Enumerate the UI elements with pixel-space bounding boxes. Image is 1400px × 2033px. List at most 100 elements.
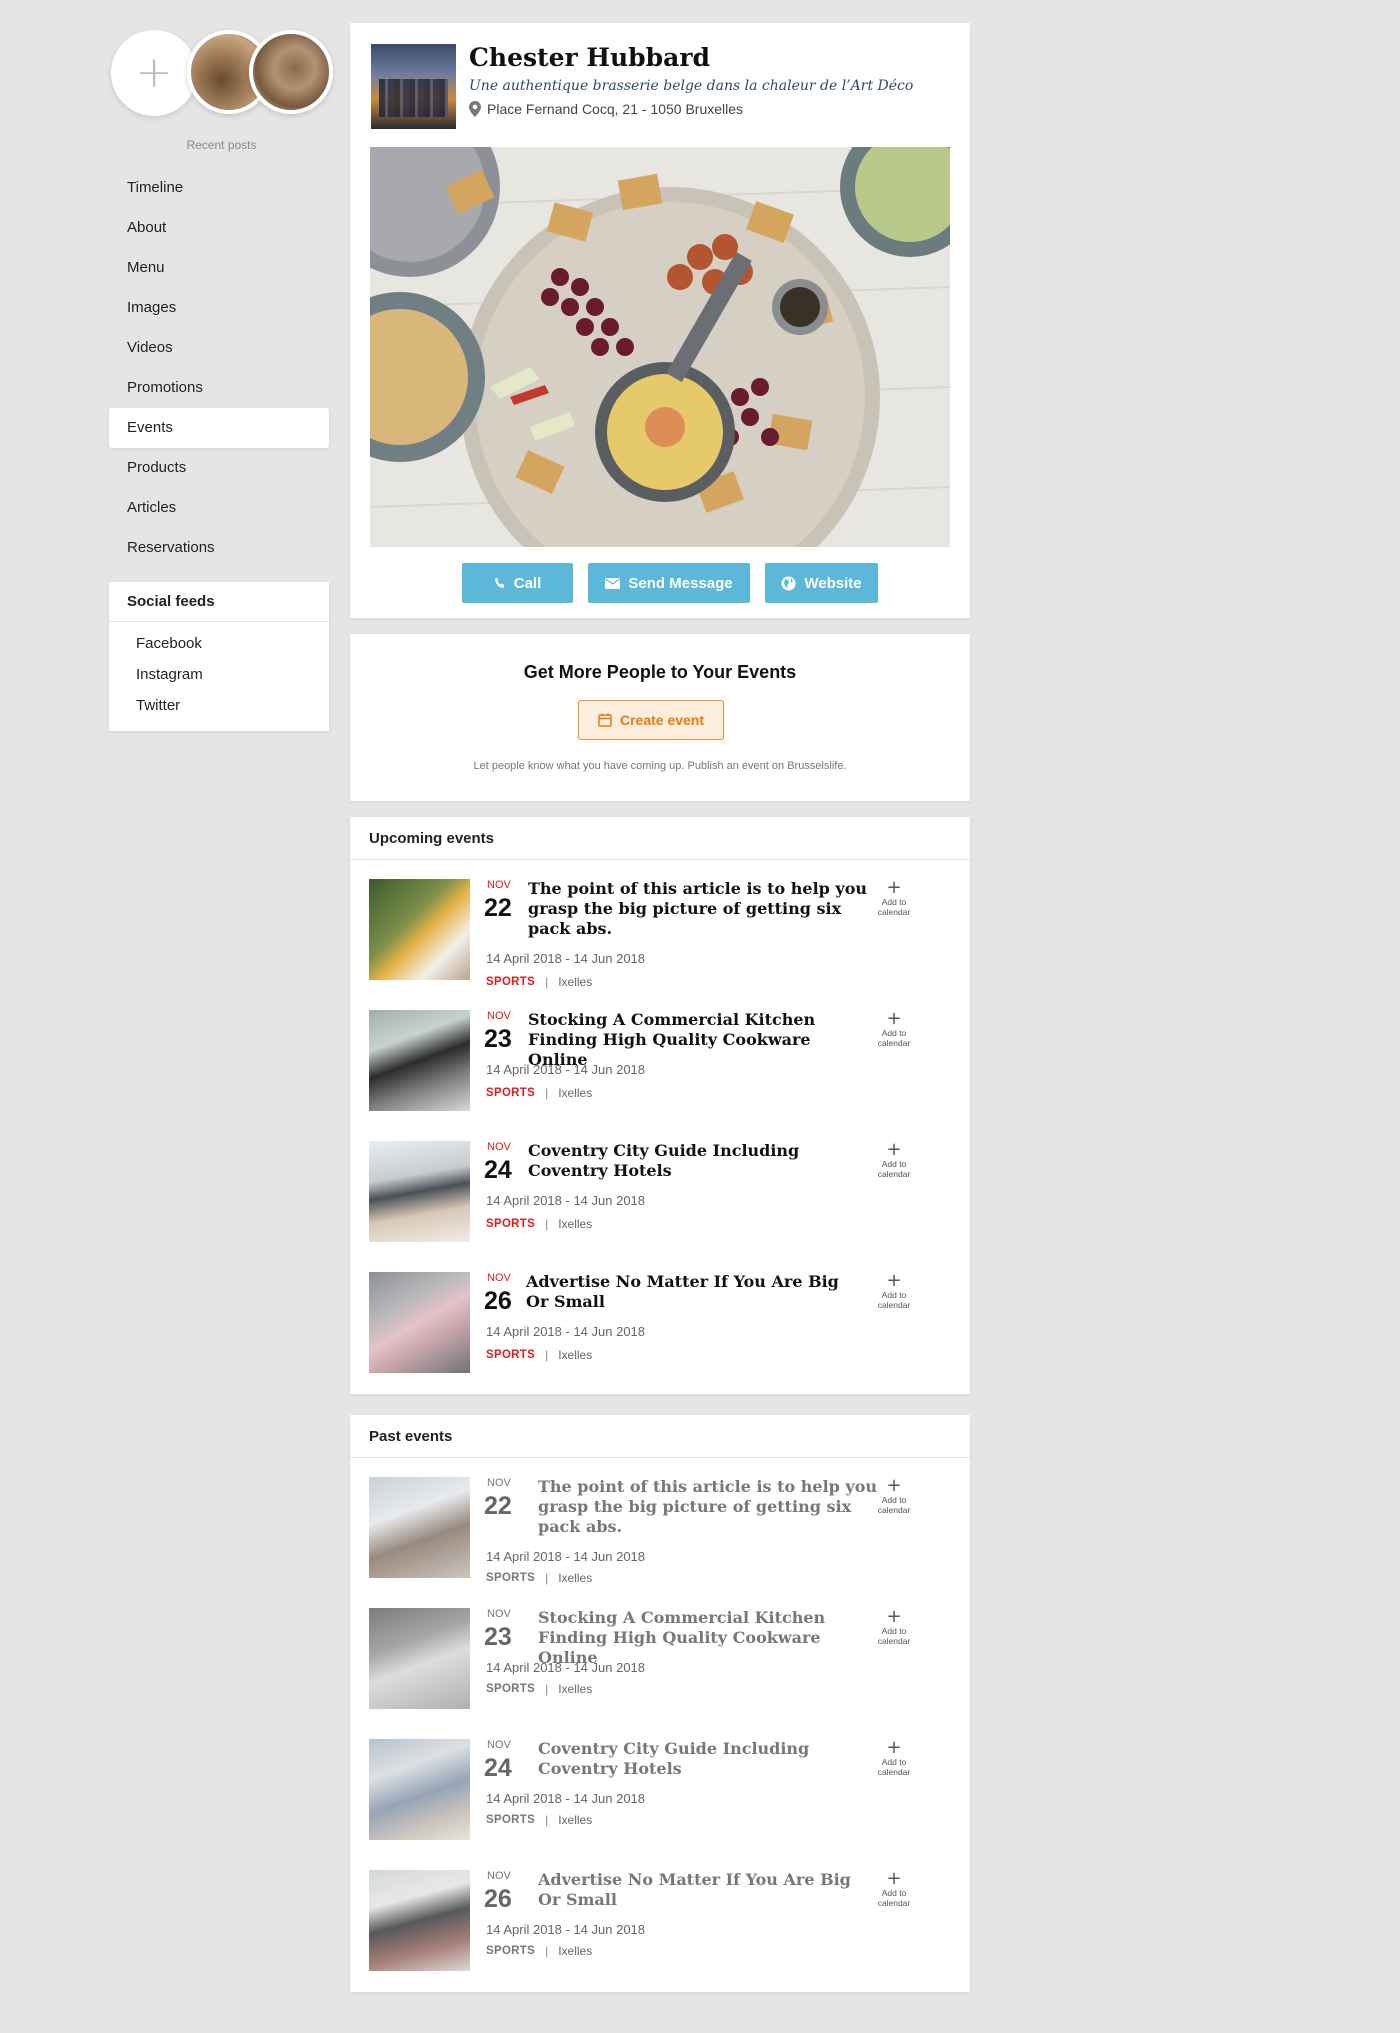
event-title[interactable]: The point of this article is to help you… bbox=[528, 879, 868, 939]
call-button[interactable]: Call bbox=[462, 563, 573, 603]
event-thumbnail[interactable] bbox=[369, 1141, 470, 1242]
website-label: Website bbox=[804, 574, 862, 592]
sidebar-item-about[interactable]: About bbox=[109, 208, 329, 248]
event-location: Ixelles bbox=[558, 1217, 593, 1231]
event-item[interactable]: NOV 22 The point of this article is to h… bbox=[369, 1477, 949, 1597]
sidebar-item-events[interactable]: Events bbox=[109, 408, 329, 448]
sidebar-item-videos[interactable]: Videos bbox=[109, 328, 329, 368]
separator: | bbox=[545, 1682, 549, 1696]
event-title[interactable]: Stocking A Commercial Kitchen Finding Hi… bbox=[528, 1010, 868, 1070]
plus-icon: + bbox=[886, 1139, 902, 1160]
social-feeds-panel: Social feeds Facebook Instagram Twitter bbox=[109, 582, 329, 731]
add-to-calendar-label: Add to calendar bbox=[877, 897, 911, 917]
separator: | bbox=[545, 1813, 549, 1827]
event-thumbnail[interactable] bbox=[369, 1272, 470, 1373]
send-message-label: Send Message bbox=[628, 574, 733, 592]
globe-icon bbox=[781, 576, 796, 590]
social-link-twitter[interactable]: Twitter bbox=[136, 690, 329, 721]
sidebar-item-reservations[interactable]: Reservations bbox=[109, 528, 329, 568]
plus-icon: + bbox=[886, 1475, 902, 1496]
event-item[interactable]: NOV 23 Stocking A Commercial Kitchen Fin… bbox=[369, 1010, 949, 1130]
event-category[interactable]: SPORTS bbox=[486, 1814, 535, 1826]
profile-address: Place Fernand Cocq, 21 - 1050 Bruxelles bbox=[469, 101, 743, 117]
sidebar-item-products[interactable]: Products bbox=[109, 448, 329, 488]
event-title[interactable]: Advertise No Matter If You Are Big Or Sm… bbox=[526, 1272, 866, 1312]
event-category[interactable]: SPORTS bbox=[486, 1087, 535, 1099]
add-to-calendar-label: Add to calendar bbox=[877, 1888, 911, 1908]
event-location: Ixelles bbox=[558, 1944, 593, 1958]
event-month: NOV bbox=[487, 1608, 511, 1620]
event-category[interactable]: SPORTS bbox=[486, 1945, 535, 1957]
event-title[interactable]: Stocking A Commercial Kitchen Finding Hi… bbox=[538, 1608, 878, 1668]
event-month: NOV bbox=[487, 1870, 511, 1882]
add-to-calendar-button[interactable]: + Add to calendar bbox=[869, 1868, 919, 1909]
event-item[interactable]: NOV 26 Advertise No Matter If You Are Bi… bbox=[369, 1870, 949, 1990]
add-to-calendar-label: Add to calendar bbox=[877, 1028, 911, 1048]
call-label: Call bbox=[513, 574, 542, 592]
create-event-button[interactable]: Create event bbox=[578, 700, 724, 740]
event-thumbnail[interactable] bbox=[369, 1739, 470, 1840]
website-button[interactable]: Website bbox=[765, 563, 878, 603]
add-to-calendar-label: Add to calendar bbox=[877, 1757, 911, 1777]
event-item[interactable]: NOV 24 Coventry City Guide Including Cov… bbox=[369, 1141, 949, 1261]
separator: | bbox=[545, 1217, 549, 1231]
event-day: 24 bbox=[484, 1156, 512, 1184]
profile-card: Chester Hubbard Une authentique brasseri… bbox=[350, 23, 970, 618]
recent-post-thumbnail[interactable] bbox=[249, 30, 333, 114]
add-to-calendar-button[interactable]: + Add to calendar bbox=[869, 1270, 919, 1311]
sidebar: + Recent posts Timeline About Menu Image… bbox=[109, 28, 333, 731]
event-category[interactable]: SPORTS bbox=[486, 1572, 535, 1584]
event-thumbnail[interactable] bbox=[369, 879, 470, 980]
event-day: 22 bbox=[484, 1492, 512, 1520]
event-thumbnail[interactable] bbox=[369, 1608, 470, 1709]
social-link-facebook[interactable]: Facebook bbox=[136, 628, 329, 659]
add-post-button[interactable]: + bbox=[111, 30, 197, 116]
event-meta: SPORTS | Ixelles bbox=[486, 1217, 592, 1231]
sidebar-item-timeline[interactable]: Timeline bbox=[109, 168, 329, 208]
event-title[interactable]: The point of this article is to help you… bbox=[538, 1477, 878, 1537]
event-dates: 14 April 2018 - 14 Jun 2018 bbox=[486, 1922, 646, 1937]
profile-avatar bbox=[371, 44, 456, 129]
event-title[interactable]: Advertise No Matter If You Are Big Or Sm… bbox=[538, 1870, 878, 1910]
event-location: Ixelles bbox=[558, 1813, 593, 1827]
social-link-instagram[interactable]: Instagram bbox=[136, 659, 329, 690]
create-event-label: Create event bbox=[619, 712, 705, 728]
add-to-calendar-button[interactable]: + Add to calendar bbox=[869, 1139, 919, 1180]
plus-icon: + bbox=[886, 1868, 902, 1889]
event-location: Ixelles bbox=[558, 1571, 593, 1585]
add-to-calendar-button[interactable]: + Add to calendar bbox=[869, 1475, 919, 1516]
separator: | bbox=[545, 975, 549, 989]
event-day: 23 bbox=[484, 1623, 512, 1651]
add-to-calendar-button[interactable]: + Add to calendar bbox=[869, 1739, 919, 1778]
event-thumbnail[interactable] bbox=[369, 1010, 470, 1111]
event-dates: 14 April 2018 - 14 Jun 2018 bbox=[486, 1549, 646, 1564]
event-category[interactable]: SPORTS bbox=[486, 1218, 535, 1230]
add-to-calendar-button[interactable]: + Add to calendar bbox=[869, 879, 919, 918]
add-to-calendar-button[interactable]: + Add to calendar bbox=[869, 1010, 919, 1049]
event-item[interactable]: NOV 23 Stocking A Commercial Kitchen Fin… bbox=[369, 1608, 949, 1728]
event-thumbnail[interactable] bbox=[369, 1477, 470, 1578]
event-title[interactable]: Coventry City Guide Including Coventry H… bbox=[538, 1739, 878, 1779]
sidebar-item-menu[interactable]: Menu bbox=[109, 248, 329, 288]
add-to-calendar-button[interactable]: + Add to calendar bbox=[869, 1608, 919, 1647]
sidebar-item-images[interactable]: Images bbox=[109, 288, 329, 328]
event-item[interactable]: NOV 24 Coventry City Guide Including Cov… bbox=[369, 1739, 949, 1859]
map-pin-icon bbox=[469, 101, 481, 117]
event-category[interactable]: SPORTS bbox=[486, 1683, 535, 1695]
event-category[interactable]: SPORTS bbox=[486, 1349, 535, 1361]
event-meta: SPORTS | Ixelles bbox=[486, 1682, 592, 1696]
plus-icon: + bbox=[886, 1270, 902, 1291]
event-meta: SPORTS | Ixelles bbox=[486, 975, 592, 989]
send-message-button[interactable]: Send Message bbox=[588, 563, 750, 603]
sidebar-item-promotions[interactable]: Promotions bbox=[109, 368, 329, 408]
event-item[interactable]: NOV 22 The point of this article is to h… bbox=[369, 879, 949, 999]
add-to-calendar-label: Add to calendar bbox=[877, 1495, 911, 1515]
cover-photo bbox=[370, 147, 950, 547]
event-thumbnail[interactable] bbox=[369, 1870, 470, 1971]
event-item[interactable]: NOV 26 Advertise No Matter If You Are Bi… bbox=[369, 1272, 949, 1392]
profile-actions: Call Send Message Website bbox=[462, 563, 878, 603]
event-category[interactable]: SPORTS bbox=[486, 976, 535, 988]
event-dates: 14 April 2018 - 14 Jun 2018 bbox=[486, 1660, 646, 1675]
event-title[interactable]: Coventry City Guide Including Coventry H… bbox=[528, 1141, 868, 1181]
sidebar-item-articles[interactable]: Articles bbox=[109, 488, 329, 528]
